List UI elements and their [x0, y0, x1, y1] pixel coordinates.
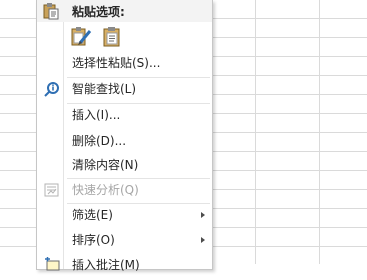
menu-item-clear-contents[interactable]: 清除内容(N): [37, 154, 212, 176]
paste-options-icon: [43, 2, 59, 20]
menu-item-label: 插入批注(M): [72, 258, 140, 272]
paste-formatting-icon: [70, 25, 92, 50]
smart-lookup-icon: [44, 81, 60, 97]
menu-item-label: 插入(I)...: [72, 108, 121, 122]
menu-item-insert[interactable]: 插入(I)...: [37, 104, 212, 126]
paste-options-row: [69, 25, 124, 49]
paste-values-button[interactable]: [100, 25, 124, 49]
menu-item-label: 清除内容(N): [72, 158, 139, 172]
paste-formatting-button[interactable]: [69, 25, 93, 49]
menu-item-label: 快速分析(Q): [72, 183, 139, 197]
submenu-arrow-icon: [201, 212, 205, 218]
quick-analysis-icon: [44, 182, 60, 198]
menu-item-filter[interactable]: 筛选(E): [37, 204, 212, 226]
menu-item-label: 智能查找(L): [72, 82, 137, 96]
menu-item-label: 排序(O): [72, 233, 115, 247]
menu-item-paste-special[interactable]: 选择性粘贴(S)...: [37, 52, 212, 74]
menu-item-smart-lookup[interactable]: 智能查找(L): [37, 78, 212, 100]
menu-item-sort[interactable]: 排序(O): [37, 229, 212, 251]
menu-item-delete[interactable]: 删除(D)...: [37, 130, 212, 152]
menu-item-insert-comment[interactable]: 插入批注(M): [37, 254, 212, 276]
menu-item-quick-analysis[interactable]: 快速分析(Q): [37, 179, 212, 201]
context-menu: 粘贴选项: 选择性粘贴(S)... 智能查找(L) 插入(I)... 删除(D)…: [36, 0, 213, 272]
submenu-arrow-icon: [201, 237, 205, 243]
menu-item-label: 选择性粘贴(S)...: [72, 56, 161, 70]
paste-options-label: 粘贴选项:: [72, 5, 125, 19]
menu-item-label: 筛选(E): [72, 208, 113, 222]
paste-options-header: 粘贴选项:: [37, 0, 212, 22]
paste-clipboard-icon: [101, 25, 123, 50]
menu-item-label: 删除(D)...: [72, 134, 127, 148]
insert-comment-icon: [44, 257, 60, 273]
